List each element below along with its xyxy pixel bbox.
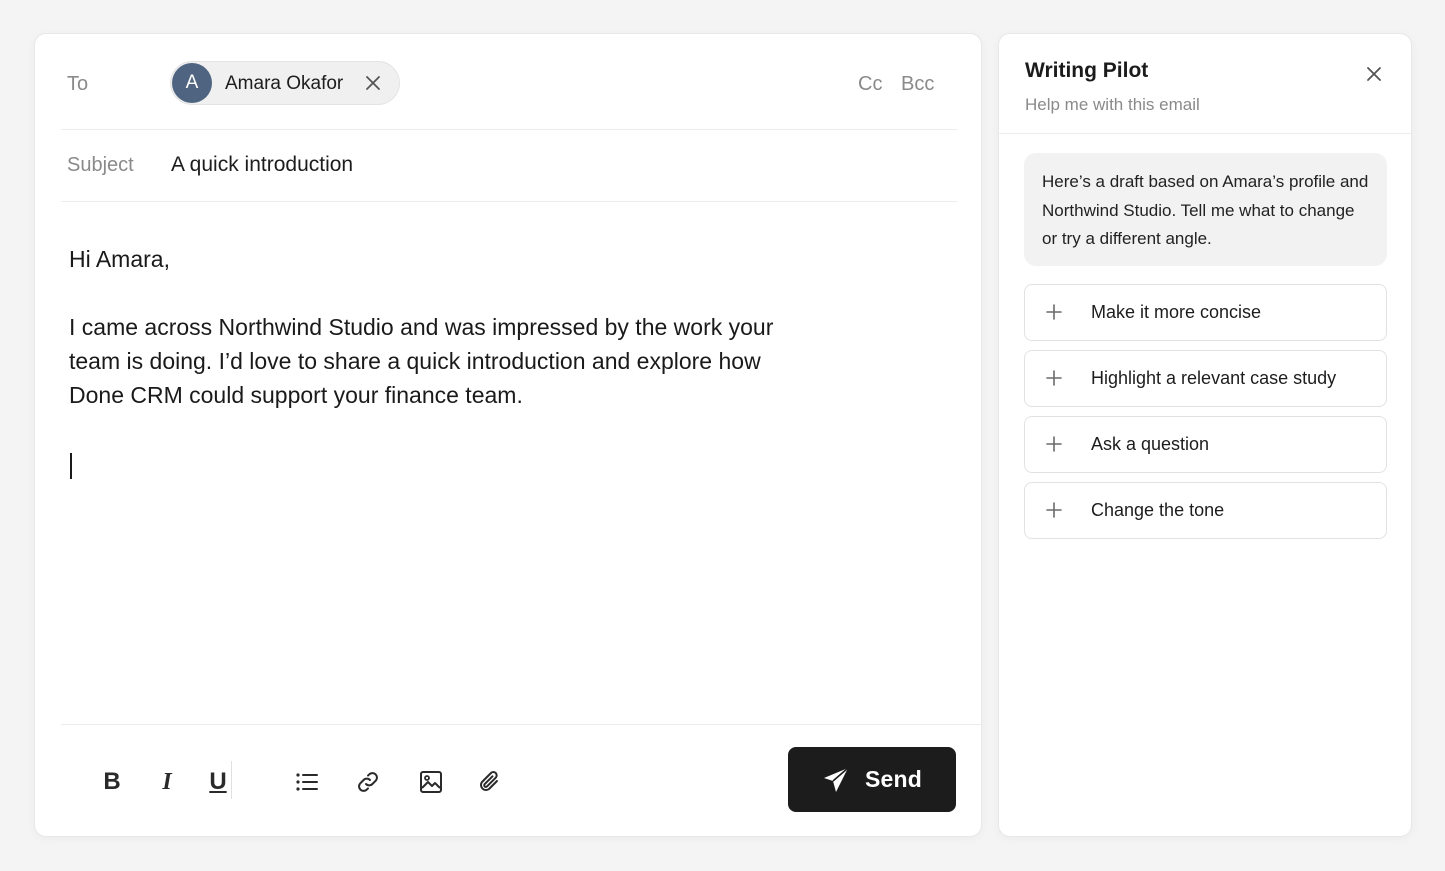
underline-icon: U bbox=[209, 768, 227, 795]
cc-button[interactable]: Cc bbox=[858, 73, 882, 96]
recipient-chip[interactable]: A Amara Okafor bbox=[170, 61, 400, 105]
to-row: To A Amara Okafor Cc Bcc bbox=[61, 34, 957, 130]
suggestion-label: Ask a question bbox=[1091, 434, 1210, 454]
message-body[interactable]: Hi Amara, I came across Northwind Studio… bbox=[69, 242, 859, 412]
image-button[interactable] bbox=[414, 765, 448, 799]
pilot-subtitle: Help me with this email bbox=[1025, 95, 1200, 114]
send-label: Send bbox=[865, 766, 923, 792]
bold-button[interactable]: B bbox=[95, 765, 129, 799]
underline-button[interactable]: U bbox=[201, 765, 235, 799]
avatar: A bbox=[172, 63, 212, 103]
body-line: team is doing. I’d love to share a quick… bbox=[69, 348, 761, 374]
list-button[interactable] bbox=[290, 765, 324, 799]
suggestion-case-study[interactable]: Highlight a relevant case study bbox=[1024, 350, 1387, 407]
italic-button[interactable]: I bbox=[150, 765, 184, 799]
italic-icon: I bbox=[162, 768, 172, 795]
subject-input[interactable]: A quick introduction bbox=[171, 153, 353, 177]
plus-icon bbox=[1046, 370, 1062, 386]
suggestion-change-tone[interactable]: Change the tone bbox=[1024, 482, 1387, 539]
writing-pilot-panel: Writing Pilot Help me with this email He… bbox=[998, 33, 1412, 837]
plus-icon bbox=[1046, 304, 1062, 320]
body-line: Done CRM could support your finance team… bbox=[69, 382, 523, 408]
suggestion-make-concise[interactable]: Make it more concise bbox=[1024, 284, 1387, 341]
body-greeting: Hi Amara, bbox=[69, 246, 170, 272]
suggestion-label: Make it more concise bbox=[1091, 302, 1262, 322]
recipient-name: Amara Okafor bbox=[225, 73, 344, 94]
paperclip-icon bbox=[480, 771, 498, 791]
bcc-button[interactable]: Bcc bbox=[901, 73, 934, 96]
body-line: I came across Northwind Studio and was i… bbox=[69, 314, 774, 340]
pilot-message: Here’s a draft based on Amara’s profile … bbox=[1024, 153, 1387, 266]
bold-icon: B bbox=[103, 768, 121, 795]
email-composer: To A Amara Okafor Cc Bcc Subject A quick… bbox=[34, 33, 983, 838]
close-icon[interactable] bbox=[1365, 65, 1383, 83]
image-icon bbox=[420, 771, 442, 793]
pilot-header: Writing Pilot Help me with this email bbox=[999, 34, 1411, 134]
to-label: To bbox=[67, 73, 89, 95]
text-caret bbox=[70, 453, 72, 479]
attach-button[interactable] bbox=[473, 765, 507, 799]
toolbar-divider bbox=[231, 761, 232, 799]
suggestion-ask-question[interactable]: Ask a question bbox=[1024, 416, 1387, 473]
close-icon[interactable] bbox=[364, 74, 382, 92]
plus-icon bbox=[1046, 502, 1062, 518]
subject-row[interactable]: Subject A quick introduction bbox=[61, 130, 957, 202]
pilot-title: Writing Pilot bbox=[1025, 59, 1149, 82]
suggestion-label: Highlight a relevant case study bbox=[1091, 368, 1337, 388]
formatting-toolbar: B I U Send bbox=[61, 724, 983, 838]
suggestion-label: Change the tone bbox=[1091, 500, 1225, 520]
send-button[interactable]: Send bbox=[788, 747, 956, 812]
link-icon bbox=[358, 772, 378, 792]
plus-icon bbox=[1046, 436, 1062, 452]
subject-label: Subject bbox=[67, 154, 134, 176]
paper-plane-icon bbox=[824, 767, 849, 792]
bulleted-list-icon bbox=[296, 773, 318, 791]
link-button[interactable] bbox=[351, 765, 385, 799]
